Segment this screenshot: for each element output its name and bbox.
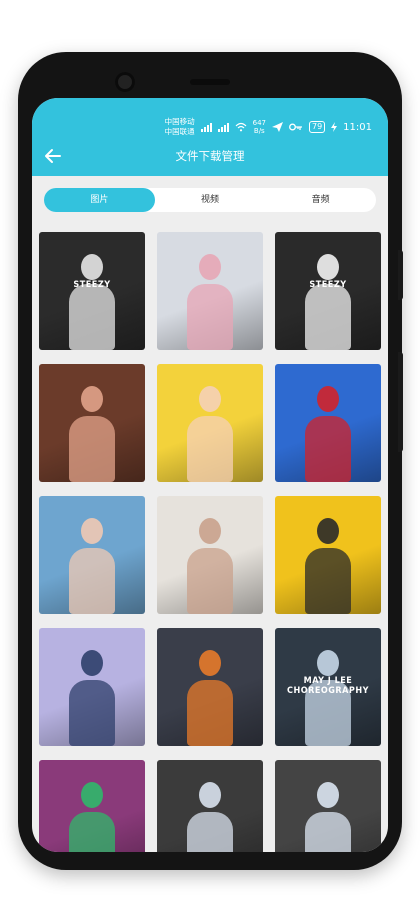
title-bar: 文件下载管理: [32, 142, 388, 170]
figure-body: [69, 812, 115, 852]
send-icon: [271, 122, 283, 132]
clock: 11:01: [343, 121, 372, 133]
image-thumbnail[interactable]: [157, 232, 263, 350]
signal-icon: [200, 122, 212, 132]
charging-icon: [331, 122, 338, 132]
image-thumbnail[interactable]: [39, 760, 145, 852]
status-bar: 中国移动 中国联通 647 B/s 79 11:01: [165, 116, 372, 138]
image-thumbnail[interactable]: STEEZY: [275, 232, 381, 350]
carrier-labels: 中国移动 中国联通: [165, 117, 195, 137]
image-overlay-text: MAY J LEE CHOREOGRAPHY: [287, 676, 369, 696]
figure-head: [199, 782, 221, 808]
figure-head: [81, 386, 103, 412]
figure-head: [199, 518, 221, 544]
image-thumbnail[interactable]: MAY J LEE CHOREOGRAPHY: [275, 628, 381, 746]
key-icon: [289, 123, 302, 131]
figure-head: [199, 650, 221, 676]
tab-videos[interactable]: 视频: [155, 188, 266, 212]
figure-head: [317, 518, 339, 544]
image-thumbnail[interactable]: [39, 496, 145, 614]
figure-body: [305, 812, 351, 852]
carrier-2: 中国联通: [164, 127, 195, 136]
tab-bar: 图片 视频 音频: [44, 188, 376, 212]
figure-head: [81, 650, 103, 676]
figure-head: [317, 254, 339, 280]
app-screen: 中国移动 中国联通 647 B/s 79 11:01 文件下载管理 图片 视频 …: [32, 98, 388, 852]
figure-head: [317, 386, 339, 412]
image-overlay-text: STEEZY: [73, 280, 111, 290]
figure-head: [317, 650, 339, 676]
net-speed-value: 647: [252, 119, 266, 127]
image-thumbnail[interactable]: [275, 760, 381, 852]
tab-images[interactable]: 图片: [44, 188, 155, 212]
figure-body: [305, 548, 351, 614]
figure-body: [305, 416, 351, 482]
image-thumbnail[interactable]: [157, 496, 263, 614]
figure-body: [187, 416, 233, 482]
power-button: [398, 352, 403, 452]
figure-head: [81, 782, 103, 808]
carrier-1: 中国移动: [164, 117, 195, 126]
figure-body: [305, 284, 351, 350]
figure-body: [187, 812, 233, 852]
page-title: 文件下载管理: [175, 149, 245, 163]
image-grid: STEEZY STEEZY MAY J LEE CHOREOGRAPHY: [39, 232, 381, 852]
wifi-icon: [235, 122, 247, 132]
earpiece-speaker: [190, 79, 230, 85]
app-header: 中国移动 中国联通 647 B/s 79 11:01 文件下载管理: [32, 98, 388, 176]
image-thumbnail[interactable]: [157, 364, 263, 482]
figure-head: [81, 254, 103, 280]
image-thumbnail[interactable]: [39, 628, 145, 746]
figure-body: [69, 548, 115, 614]
front-camera: [115, 72, 135, 92]
figure-body: [69, 284, 115, 350]
figure-body: [187, 548, 233, 614]
volume-button: [398, 250, 403, 300]
image-thumbnail[interactable]: [157, 628, 263, 746]
figure-body: [187, 680, 233, 746]
net-speed-unit: B/s: [253, 127, 265, 135]
figure-body: [69, 680, 115, 746]
figure-head: [317, 782, 339, 808]
battery-indicator: 79: [308, 121, 326, 133]
figure-head: [199, 254, 221, 280]
signal-icon-2: [217, 122, 229, 132]
figure-body: [187, 284, 233, 350]
figure-head: [81, 518, 103, 544]
image-thumbnail[interactable]: [39, 364, 145, 482]
image-thumbnail[interactable]: [275, 364, 381, 482]
image-overlay-text: STEEZY: [309, 280, 347, 290]
net-speed: 647 B/s: [253, 119, 266, 135]
image-thumbnail[interactable]: STEEZY: [39, 232, 145, 350]
image-thumbnail[interactable]: [157, 760, 263, 852]
image-thumbnail[interactable]: [275, 496, 381, 614]
figure-head: [199, 386, 221, 412]
figure-body: [69, 416, 115, 482]
tab-audio[interactable]: 音频: [265, 188, 376, 212]
